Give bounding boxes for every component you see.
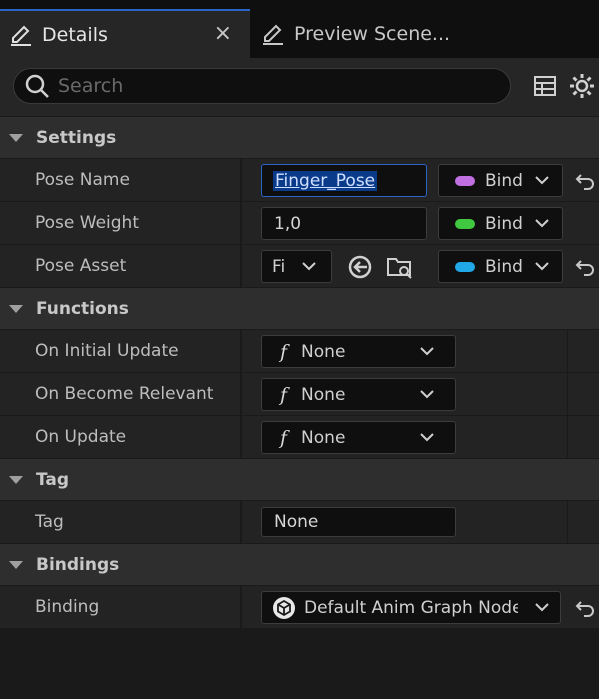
column-divider: [567, 416, 568, 458]
row-on-initial-update: On Initial Update f None: [0, 329, 599, 372]
tab-preview-scene[interactable]: Preview Scene...: [252, 9, 592, 58]
row-pose-asset: Pose Asset Fi Bind: [0, 244, 599, 287]
binding-value: Default Anim Graph Node B: [304, 597, 518, 618]
row-binding: Binding Default Anim Graph Node B: [0, 585, 599, 628]
pose-asset-value: Fi: [272, 256, 286, 277]
reset-arrow-icon[interactable]: [575, 598, 595, 618]
row-on-update: On Update f None: [0, 415, 599, 458]
tab-details-label: Details: [42, 23, 108, 46]
bind-color-pill: [455, 175, 475, 186]
function-value: None: [301, 384, 346, 405]
section-functions-title: Functions: [36, 298, 129, 319]
column-divider: [240, 586, 242, 628]
search-icon: [24, 73, 50, 99]
on-initial-update-dropdown[interactable]: f None: [261, 335, 456, 368]
chevron-down-icon: [535, 219, 549, 228]
chevron-down-icon: [302, 262, 316, 271]
on-become-relevant-dropdown[interactable]: f None: [261, 378, 456, 411]
section-tag[interactable]: Tag: [0, 458, 599, 500]
on-update-dropdown[interactable]: f None: [261, 421, 456, 454]
tag-field[interactable]: None: [261, 507, 456, 537]
collapse-arrow-icon: [9, 560, 23, 569]
column-divider: [240, 330, 242, 372]
anim-graph-node-icon: [273, 596, 295, 619]
browse-folder-icon[interactable]: [386, 253, 414, 281]
close-icon[interactable]: ×: [214, 23, 232, 45]
tab-bar: Details × Preview Scene...: [0, 0, 599, 58]
on-update-label: On Update: [35, 427, 127, 447]
section-bindings[interactable]: Bindings: [0, 543, 599, 585]
pose-weight-value: 1,0: [274, 213, 302, 234]
chevron-down-icon: [535, 603, 549, 612]
on-initial-update-label: On Initial Update: [35, 341, 179, 361]
section-settings[interactable]: Settings: [0, 116, 599, 158]
pencil-icon: [260, 21, 286, 47]
pose-weight-label: Pose Weight: [35, 213, 139, 233]
reset-arrow-icon[interactable]: [575, 171, 595, 191]
pose-name-label: Pose Name: [35, 170, 130, 190]
search-placeholder: Search: [58, 75, 124, 97]
toolbar: Search: [0, 58, 599, 116]
row-tag: Tag None: [0, 500, 599, 543]
column-divider: [240, 245, 242, 287]
column-divider: [567, 501, 568, 543]
bind-label: Bind: [485, 213, 523, 234]
function-icon: f: [280, 340, 288, 363]
bind-color-pill: [455, 218, 475, 229]
section-bindings-title: Bindings: [36, 554, 120, 575]
pose-asset-label: Pose Asset: [35, 256, 127, 276]
section-settings-title: Settings: [36, 127, 117, 148]
chevron-down-icon: [420, 390, 434, 399]
pencil-icon: [8, 22, 34, 48]
on-become-relevant-label: On Become Relevant: [35, 384, 214, 404]
pose-weight-field[interactable]: 1,0: [261, 207, 427, 240]
row-pose-name: Pose Name Finger_Pose Bind: [0, 158, 599, 201]
pose-weight-bind-dropdown[interactable]: Bind: [438, 207, 563, 240]
pose-name-field[interactable]: Finger_Pose: [261, 164, 427, 197]
pose-name-value: Finger_Pose: [273, 170, 378, 191]
row-on-become-relevant: On Become Relevant f None: [0, 372, 599, 415]
section-tag-title: Tag: [36, 469, 70, 490]
binding-label: Binding: [35, 597, 100, 617]
column-divider: [567, 330, 568, 372]
empty-panel-area: [0, 628, 599, 699]
column-divider: [240, 202, 242, 244]
tag-value: None: [274, 512, 319, 532]
chevron-down-icon: [420, 433, 434, 442]
row-pose-weight: Pose Weight 1,0 Bind: [0, 201, 599, 244]
reset-arrow-icon[interactable]: [575, 257, 595, 277]
bind-label: Bind: [485, 256, 523, 277]
pose-asset-picker[interactable]: Fi: [261, 250, 332, 283]
function-value: None: [301, 341, 346, 362]
chevron-down-icon: [535, 262, 549, 271]
bind-label: Bind: [485, 170, 523, 191]
table-view-icon[interactable]: [531, 72, 559, 100]
bind-color-pill: [455, 261, 475, 272]
use-selected-asset-icon[interactable]: [347, 254, 373, 280]
binding-dropdown[interactable]: Default Anim Graph Node B: [261, 591, 561, 624]
tag-label: Tag: [35, 512, 64, 532]
column-divider: [240, 373, 242, 415]
tab-details[interactable]: Details ×: [0, 9, 250, 58]
chevron-down-icon: [535, 176, 549, 185]
column-divider: [567, 373, 568, 415]
collapse-arrow-icon: [9, 475, 23, 484]
column-divider: [240, 416, 242, 458]
pose-name-bind-dropdown[interactable]: Bind: [438, 164, 563, 197]
tab-preview-label: Preview Scene...: [294, 22, 451, 45]
function-icon: f: [280, 426, 288, 449]
search-input[interactable]: Search: [13, 68, 511, 104]
collapse-arrow-icon: [9, 133, 23, 142]
section-functions[interactable]: Functions: [0, 287, 599, 329]
pose-asset-bind-dropdown[interactable]: Bind: [438, 250, 563, 283]
column-divider: [240, 159, 242, 201]
function-icon: f: [280, 383, 288, 406]
function-value: None: [301, 427, 346, 448]
chevron-down-icon: [420, 347, 434, 356]
gear-icon[interactable]: [568, 72, 596, 100]
column-divider: [240, 501, 242, 543]
collapse-arrow-icon: [9, 304, 23, 313]
